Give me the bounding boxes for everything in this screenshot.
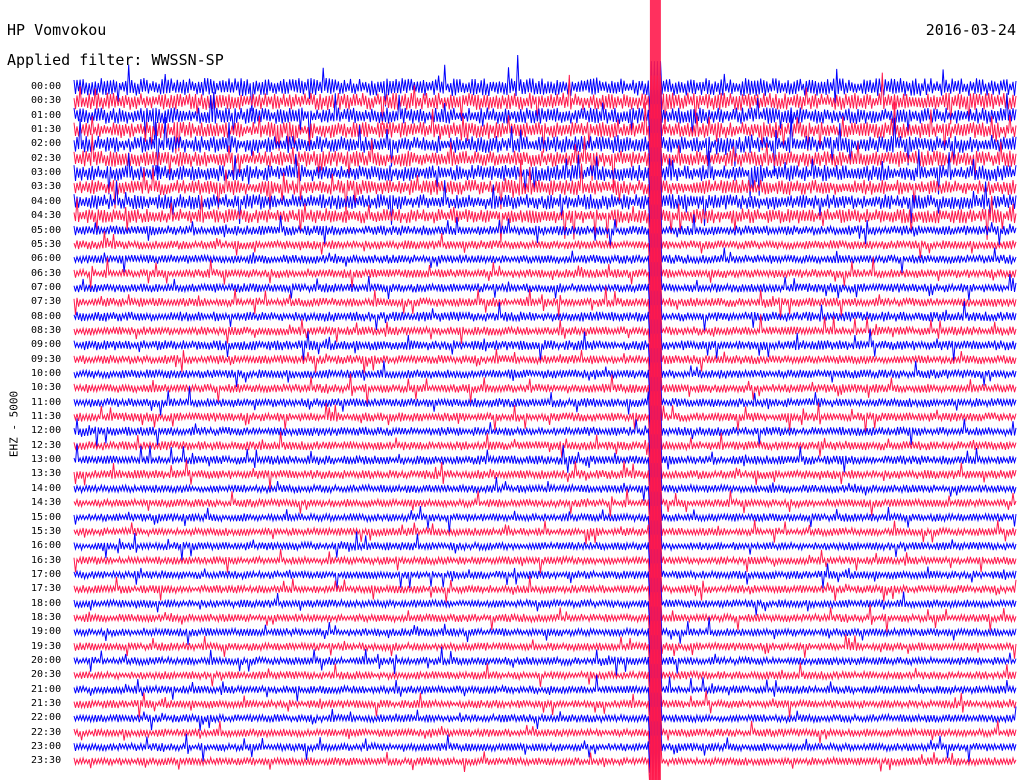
time-label-0200: 02:00	[31, 138, 62, 150]
station-title: HP Vomvokou	[7, 21, 107, 39]
time-label-1130: 11:30	[31, 411, 62, 423]
trace-row-1600	[73, 520, 1017, 573]
time-label-0800: 08:00	[31, 310, 62, 322]
time-label-0030: 00:30	[31, 95, 62, 107]
trace-row-0830	[73, 305, 1017, 357]
time-label-0230: 02:30	[31, 152, 62, 164]
time-label-1330: 13:30	[31, 468, 62, 480]
time-label-0900: 09:00	[31, 339, 62, 351]
time-label-0100: 01:00	[31, 109, 62, 121]
time-label-0530: 05:30	[31, 238, 62, 250]
time-label-1700: 17:00	[31, 568, 62, 580]
time-label-2030: 20:30	[31, 669, 62, 681]
time-label-2230: 22:30	[31, 726, 62, 738]
time-label-0130: 01:30	[31, 124, 62, 136]
time-label-2100: 21:00	[31, 683, 62, 695]
trace-row-1330	[73, 448, 1017, 501]
time-label-0430: 04:30	[31, 210, 62, 222]
time-label-2330: 23:30	[31, 755, 62, 767]
trace-row-2330	[73, 735, 1017, 780]
time-label-1000: 10:00	[31, 368, 62, 379]
time-label-1900: 19:00	[31, 626, 62, 638]
time-label-0930: 09:30	[31, 353, 62, 365]
filter-label: Applied filter: WWSSN-SP	[7, 51, 224, 69]
event-band	[649, 0, 661, 780]
time-label-0330: 03:30	[31, 181, 62, 193]
time-label-1430: 14:30	[31, 497, 62, 509]
helicorder-plot	[73, 0, 1017, 780]
time-label-1930: 19:30	[31, 640, 62, 652]
time-label-1200: 12:00	[31, 425, 62, 437]
time-label-2300: 23:00	[31, 741, 62, 753]
time-label-1230: 12:30	[31, 439, 62, 451]
time-label-0830: 08:30	[31, 324, 62, 336]
time-label-1100: 11:00	[31, 396, 62, 408]
time-label-1030: 10:30	[31, 382, 62, 394]
time-label-2000: 20:00	[31, 655, 62, 666]
time-label-1530: 15:30	[31, 525, 62, 537]
time-label-1400: 14:00	[31, 482, 62, 494]
time-label-1500: 15:00	[31, 511, 62, 523]
time-label-2130: 21:30	[31, 698, 62, 710]
time-label-1730: 17:30	[31, 583, 62, 595]
time-label-0730: 07:30	[31, 296, 62, 308]
time-label-0300: 03:00	[31, 167, 62, 179]
seismogram-traces	[73, 0, 1017, 780]
channel-label: EHZ - 5000	[7, 390, 21, 458]
time-label-0700: 07:00	[31, 281, 62, 293]
trace-row-2000	[73, 635, 1017, 687]
date-label: 2016-03-24	[925, 21, 1016, 39]
time-label-1830: 18:30	[31, 611, 62, 623]
time-label-1800: 18:00	[31, 597, 62, 609]
time-label-2200: 22:00	[31, 712, 62, 724]
time-label-0630: 06:30	[31, 267, 62, 279]
time-label-0000: 00:00	[31, 81, 62, 92]
time-label-0500: 05:00	[31, 224, 62, 236]
time-label-0400: 04:00	[31, 195, 62, 207]
time-label-1630: 16:30	[31, 554, 62, 566]
time-label-1600: 16:00	[31, 540, 62, 552]
time-label-1300: 13:00	[31, 454, 62, 466]
time-label-0600: 06:00	[31, 253, 62, 265]
